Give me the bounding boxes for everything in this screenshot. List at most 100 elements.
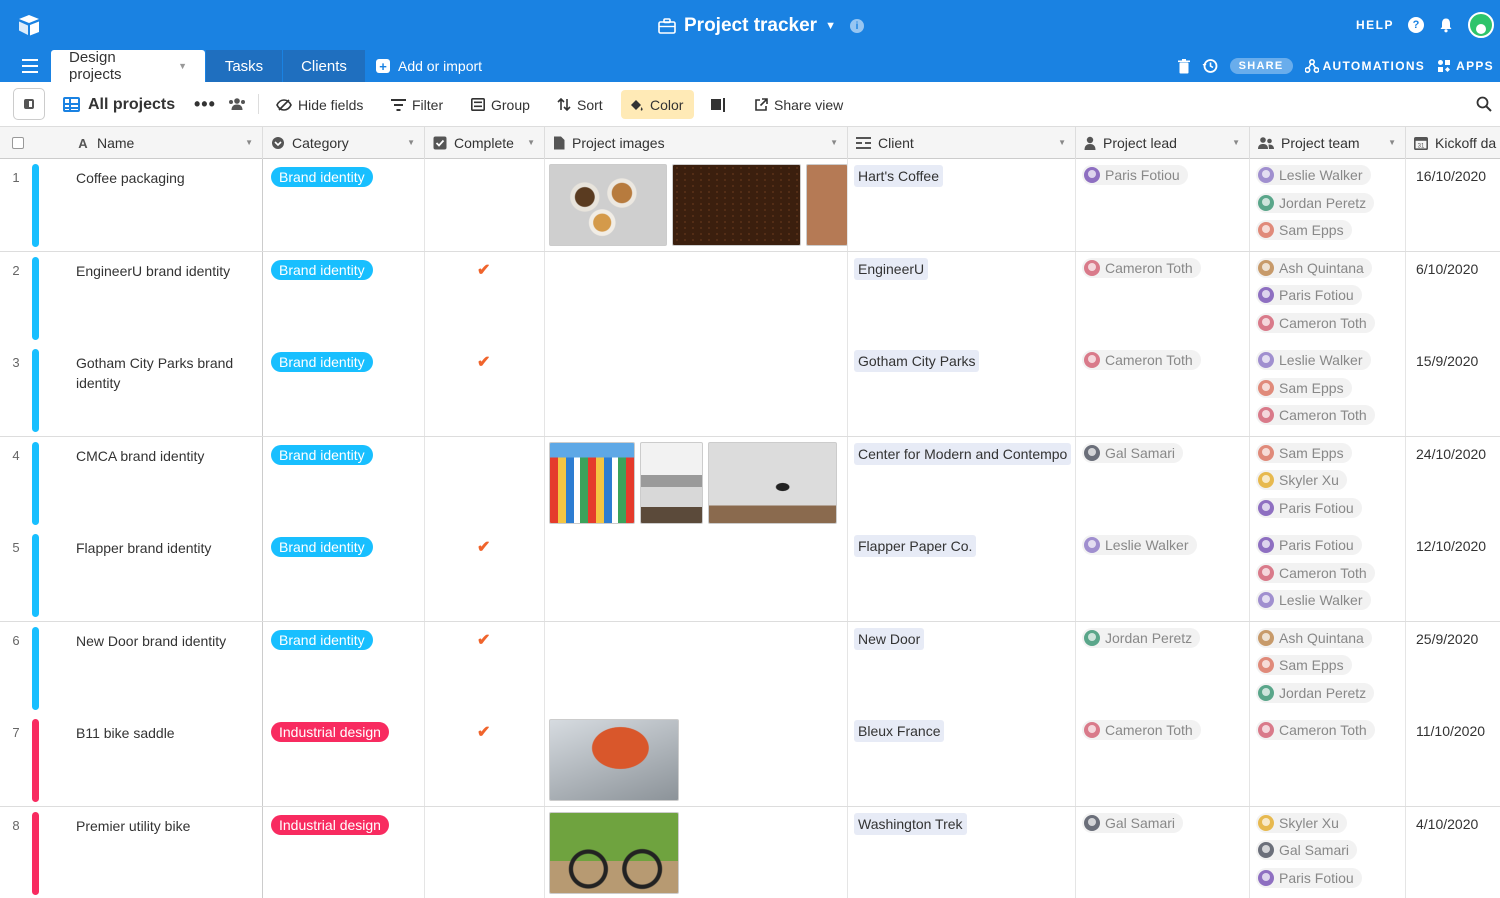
cell-project-images[interactable] [545, 251, 848, 344]
cell-project-lead[interactable]: Leslie Walker [1076, 529, 1250, 621]
cell-category[interactable]: Brand identity [263, 621, 425, 714]
kraft-paper-image[interactable] [806, 164, 847, 246]
table-row[interactable]: 7 B11 bike saddle Industrial design ✔ Bleux … [0, 714, 1500, 807]
user-avatar[interactable] [1468, 12, 1494, 38]
cell-project-team[interactable]: Sam Epps Skyler Xu Paris Fotiou [1250, 436, 1406, 529]
share-view-button[interactable]: Share view [746, 90, 851, 119]
table-row[interactable]: 3 Gotham City Parks brand identity Brand i… [0, 344, 1500, 437]
cell-name[interactable]: CMCA brand identity [64, 436, 263, 529]
table-row[interactable]: 1 Coffee packaging Brand identity Hart's Co… [0, 159, 1500, 252]
cell-name[interactable]: B11 bike saddle [64, 714, 263, 806]
hide-fields-button[interactable]: Hide fields [268, 90, 371, 119]
cell-project-images[interactable] [545, 344, 848, 436]
chevron-down-icon[interactable]: ▼ [830, 138, 838, 147]
cell-project-images[interactable] [545, 529, 848, 621]
cell-project-images[interactable] [545, 714, 848, 806]
chevron-down-icon[interactable]: ▼ [178, 61, 187, 71]
chevron-down-icon[interactable]: ▼ [1232, 138, 1240, 147]
cell-kickoff-date[interactable]: 4/10/2020 [1406, 807, 1500, 898]
column-header-name[interactable]: A Name ▼ [64, 127, 263, 159]
select-all-checkbox[interactable] [12, 137, 24, 149]
cell-category[interactable]: Brand identity [263, 436, 425, 529]
cell-kickoff-date[interactable]: 15/9/2020 [1406, 344, 1500, 436]
cell-complete[interactable]: ✔ [425, 529, 545, 621]
column-header-project-images[interactable]: Project images ▼ [545, 127, 848, 159]
column-header-category[interactable]: Category ▼ [263, 127, 425, 159]
group-button[interactable]: Group [463, 90, 538, 119]
cell-complete[interactable] [425, 806, 545, 898]
cell-project-team[interactable]: Leslie Walker Sam Epps Cameron Toth [1250, 344, 1406, 436]
cell-complete[interactable] [425, 159, 545, 251]
cell-kickoff-date[interactable]: 6/10/2020 [1406, 252, 1500, 344]
chevron-down-icon[interactable]: ▼ [245, 138, 253, 147]
cell-name[interactable]: Coffee packaging [64, 159, 263, 251]
cell-category[interactable]: Brand identity [263, 159, 425, 251]
cell-kickoff-date[interactable]: 16/10/2020 [1406, 159, 1500, 251]
history-icon[interactable] [1202, 58, 1218, 74]
cell-project-lead[interactable]: Gal Samari [1076, 436, 1250, 529]
cell-project-lead[interactable]: Cameron Toth [1076, 251, 1250, 344]
bike-saddle-image[interactable] [549, 719, 679, 801]
cell-complete[interactable] [425, 436, 545, 529]
collaborators-icon[interactable] [228, 97, 246, 111]
sidebar-toggle-button[interactable] [13, 88, 45, 120]
cell-name[interactable]: Flapper brand identity [64, 529, 263, 621]
filter-button[interactable]: Filter [383, 90, 451, 119]
trash-icon[interactable] [1177, 58, 1190, 74]
search-icon[interactable] [1476, 96, 1492, 112]
cell-project-images[interactable] [545, 621, 848, 714]
cell-category[interactable]: Industrial design [263, 806, 425, 898]
cell-project-lead[interactable]: Jordan Peretz [1076, 621, 1250, 714]
chevron-down-icon[interactable]: ▼ [407, 138, 415, 147]
cell-category[interactable]: Industrial design [263, 714, 425, 806]
bell-icon[interactable] [1438, 17, 1454, 33]
cell-client[interactable]: Washington Trek [848, 806, 1076, 898]
table-row[interactable]: 8 Premier utility bike Industrial design Wa… [0, 806, 1500, 898]
column-header-project-team[interactable]: Project team ▼ [1250, 127, 1406, 159]
column-header-client[interactable]: Client ▼ [848, 127, 1076, 159]
cell-project-team[interactable]: Paris Fotiou Cameron Toth Leslie Walker [1250, 529, 1406, 621]
cell-client[interactable]: Gotham City Parks [848, 344, 1076, 436]
row-height-button[interactable] [703, 90, 735, 119]
cell-category[interactable]: Brand identity [263, 529, 425, 621]
tab-design-projects[interactable]: Design projects ▼ [51, 49, 205, 83]
cell-project-team[interactable]: Ash Quintana Paris Fotiou Cameron Toth [1250, 251, 1406, 344]
cell-client[interactable]: Center for Modern and Contempo [848, 436, 1076, 529]
share-button[interactable]: SHARE [1229, 58, 1293, 74]
view-menu-button[interactable]: ••• [194, 82, 216, 127]
help-icon[interactable]: ? [1408, 17, 1424, 33]
cell-project-images[interactable] [545, 159, 848, 251]
cell-name[interactable]: Premier utility bike [64, 806, 263, 898]
base-title-group[interactable]: Project tracker ▼ i [658, 12, 864, 40]
bicycle-forest-image[interactable] [549, 811, 679, 894]
cell-complete[interactable]: ✔ [425, 621, 545, 714]
colorful-building-image[interactable] [549, 441, 635, 524]
table-row[interactable]: 4 CMCA brand identity Brand identity Center… [0, 436, 1500, 530]
cell-project-lead[interactable]: Paris Fotiou [1076, 159, 1250, 251]
cell-project-images[interactable] [545, 806, 848, 898]
cell-project-lead[interactable]: Cameron Toth [1076, 714, 1250, 806]
sort-button[interactable]: Sort [549, 90, 611, 119]
column-header-kickoff-date[interactable]: 31 Kickoff da [1406, 127, 1500, 159]
cell-complete[interactable]: ✔ [425, 714, 545, 806]
tab-clients[interactable]: Clients [283, 50, 365, 82]
table-row[interactable]: 5 Flapper brand identity Brand identity ✔ Fl… [0, 529, 1500, 622]
cell-project-team[interactable]: Leslie Walker Jordan Peretz Sam Epps [1250, 159, 1406, 251]
table-row[interactable]: 6 New Door brand identity Brand identity ✔ N… [0, 621, 1500, 715]
gallery-room-image[interactable] [640, 441, 703, 524]
cell-complete[interactable]: ✔ [425, 344, 545, 436]
cell-client[interactable]: Hart's Coffee [848, 159, 1076, 251]
coffee-beans-image[interactable] [672, 164, 801, 246]
table-row[interactable]: 2 EngineerU brand identity Brand identity ✔… [0, 251, 1500, 345]
cell-project-lead[interactable]: Gal Samari [1076, 806, 1250, 898]
cell-kickoff-date[interactable]: 24/10/2020 [1406, 437, 1500, 529]
airtable-logo-icon[interactable] [16, 12, 42, 38]
cell-project-team[interactable]: Cameron Toth [1250, 714, 1406, 806]
cell-kickoff-date[interactable]: 25/9/2020 [1406, 622, 1500, 714]
cell-client[interactable]: EngineerU [848, 251, 1076, 344]
menu-icon[interactable] [22, 59, 38, 73]
tab-tasks[interactable]: Tasks [206, 50, 282, 82]
cell-category[interactable]: Brand identity [263, 251, 425, 344]
view-switcher[interactable]: All projects [63, 82, 175, 127]
coffee-cups-image[interactable] [549, 164, 667, 246]
